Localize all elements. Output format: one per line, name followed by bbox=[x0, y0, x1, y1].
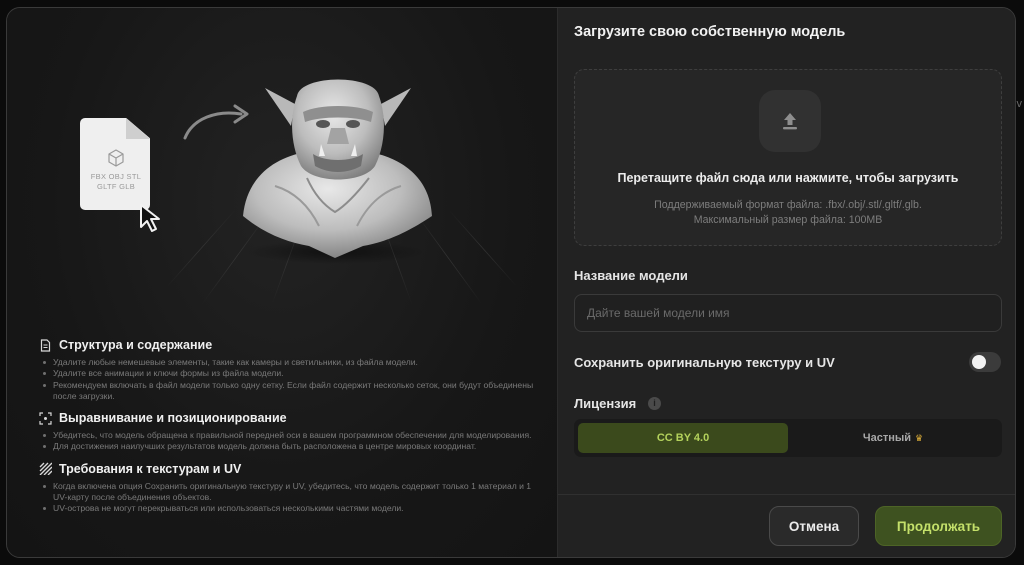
guide-list-textures: Когда включена опция Сохранить оригиналь… bbox=[39, 481, 539, 515]
guide-alignment: Выравнивание и позиционирование Убедитес… bbox=[39, 411, 539, 453]
guide-list-structure: Удалите любые немешевые элементы, такие … bbox=[39, 357, 539, 402]
guide-title-alignment: Выравнивание и позиционирование bbox=[59, 411, 287, 426]
file-formats-label: FBX OBJ STL GLTF GLB bbox=[85, 172, 147, 192]
license-label: Лицензия bbox=[574, 396, 637, 411]
dropzone-hint: Поддерживаемый формат файла: .fbx/.obj/.… bbox=[575, 198, 1001, 228]
keep-texture-toggle[interactable] bbox=[969, 352, 1001, 372]
upload-illustration: FBX OBJ STL GLTF GLB bbox=[7, 8, 557, 328]
upload-button[interactable] bbox=[759, 90, 821, 152]
document-icon bbox=[40, 338, 51, 352]
dropzone-instruction: Перетащите файл сюда или нажмите, чтобы … bbox=[617, 171, 959, 185]
license-option-private[interactable]: Частный ♛ bbox=[788, 423, 998, 453]
focus-frame-icon bbox=[39, 412, 52, 425]
cursor-icon bbox=[140, 204, 160, 232]
guide-title-textures: Требования к текстурам и UV bbox=[59, 461, 242, 476]
continue-button[interactable]: Продолжать bbox=[875, 506, 1002, 546]
crown-icon: ♛ bbox=[915, 432, 924, 443]
info-icon[interactable]: i bbox=[648, 397, 661, 410]
license-selector: CC BY 4.0 Частный ♛ bbox=[574, 419, 1002, 457]
guide-list-alignment: Убедитесь, что модель обращена к правиль… bbox=[39, 430, 539, 453]
guidelines-panel: FBX OBJ STL GLTF GLB Структура и содержа… bbox=[7, 8, 557, 557]
guide-item: Удалите все анимации и ключи формы из фа… bbox=[41, 368, 539, 379]
upload-form-panel: Загрузите свою собственную модель Перета… bbox=[557, 8, 1015, 557]
supported-formats-text: Поддерживаемый формат файла: .fbx/.obj/.… bbox=[654, 199, 922, 211]
footer-divider bbox=[558, 494, 1015, 495]
guide-structure: Структура и содержание Удалите любые нем… bbox=[39, 338, 539, 402]
cube-icon bbox=[108, 149, 124, 167]
model-name-input[interactable] bbox=[574, 294, 1002, 332]
guide-title-structure: Структура и содержание bbox=[59, 338, 213, 352]
dialog-title: Загрузите свою собственную модель bbox=[574, 24, 846, 40]
toggle-knob bbox=[972, 355, 986, 369]
cancel-button[interactable]: Отмена bbox=[769, 506, 859, 546]
guide-item: Удалите любые немешевые элементы, такие … bbox=[41, 357, 539, 368]
backdrop-edge-text: v bbox=[1016, 98, 1023, 110]
guide-item: UV-острова не могут перекрываться или ис… bbox=[41, 503, 539, 514]
guide-item: Рекомендуем включать в файл модели тольк… bbox=[41, 380, 539, 403]
model-name-label: Название модели bbox=[574, 268, 688, 283]
max-size-text: Максимальный размер файла: 100MB bbox=[693, 214, 883, 226]
guide-textures: Требования к текстурам и UV Когда включе… bbox=[39, 462, 539, 515]
license-option-label: CC BY 4.0 bbox=[656, 432, 710, 444]
keep-texture-label: Сохранить оригинальную текстуру и UV bbox=[574, 355, 835, 370]
upload-icon bbox=[783, 113, 797, 130]
model-bust bbox=[243, 79, 432, 264]
license-option-cc-by[interactable]: CC BY 4.0 bbox=[578, 423, 788, 453]
file-dropzone[interactable]: Перетащите файл сюда или нажмите, чтобы … bbox=[574, 69, 1002, 246]
texture-stripes-icon bbox=[39, 462, 52, 476]
file-formats-line-2: GLTF GLB bbox=[96, 182, 136, 191]
guide-item: Убедитесь, что модель обращена к правиль… bbox=[41, 430, 539, 441]
file-formats-line-1: FBX OBJ STL bbox=[90, 172, 142, 181]
license-option-label: Частный bbox=[862, 432, 912, 444]
upload-guidelines: Структура и содержание Удалите любые нем… bbox=[39, 338, 539, 524]
upload-model-dialog: FBX OBJ STL GLTF GLB Структура и содержа… bbox=[6, 7, 1016, 558]
guide-item: Для достижения наилучших результатов мод… bbox=[41, 441, 539, 452]
guide-item: Когда включена опция Сохранить оригиналь… bbox=[41, 481, 539, 504]
